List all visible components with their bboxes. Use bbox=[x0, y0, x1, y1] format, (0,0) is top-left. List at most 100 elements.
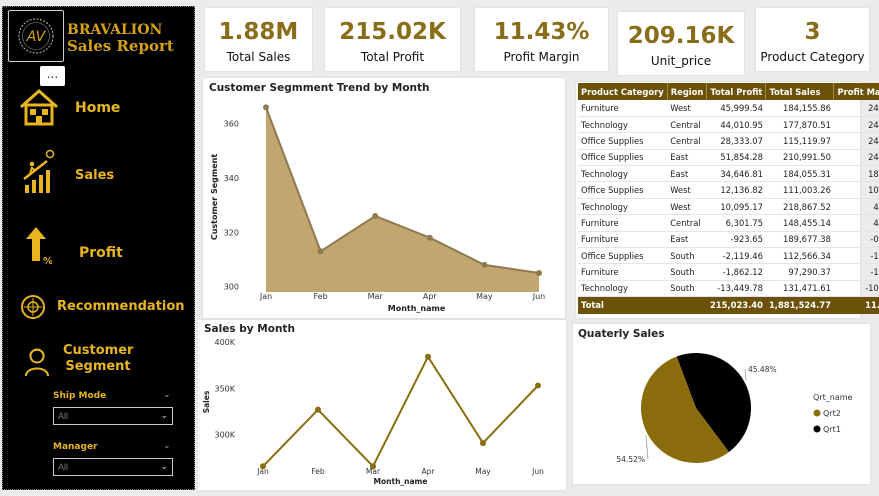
kpi-card-total-profit: 215.02K Total Profit bbox=[325, 8, 460, 71]
ship-mode-collapse-icon[interactable]: ⌄ bbox=[163, 389, 171, 400]
table-row[interactable]: FurnitureCentral6,301.75148,455.144.24% bbox=[578, 214, 879, 232]
total-cell: 215,023.40 bbox=[706, 296, 766, 314]
data-point bbox=[481, 261, 488, 268]
table-cell: Office Supplies bbox=[578, 132, 668, 150]
nav-sales[interactable]: Sales bbox=[75, 168, 114, 183]
manager-collapse-icon[interactable]: ⌄ bbox=[163, 440, 171, 451]
table-row[interactable]: TechnologyEast34,646.81184,055.3118.82% bbox=[578, 165, 879, 183]
table-cell: South bbox=[667, 247, 707, 265]
svg-text:AV: AV bbox=[26, 29, 47, 45]
table-cell: 18.82% bbox=[833, 165, 879, 183]
table-cell: West bbox=[667, 198, 707, 216]
x-tick-label: Jun bbox=[531, 467, 544, 476]
y-tick-label: 400K bbox=[214, 338, 235, 347]
table-cell: -1,862.12 bbox=[706, 263, 766, 281]
table-cell: 6,301.75 bbox=[706, 214, 766, 232]
brand-title: BRAVALION Sales Report bbox=[67, 22, 174, 54]
table-cell: 184,055.31 bbox=[765, 165, 834, 183]
y-tick-label: 320 bbox=[224, 228, 239, 237]
table-cell: West bbox=[667, 100, 707, 117]
data-point bbox=[426, 234, 433, 241]
brand-line-1: BRAVALION bbox=[67, 22, 163, 38]
x-tick-label: May bbox=[476, 292, 493, 301]
manager-label: Manager bbox=[53, 442, 98, 452]
customer-segment-chart-card: Customer Segmment Trend by Month 300 320 3… bbox=[203, 78, 565, 318]
nav-recommendation[interactable]: Recommendation bbox=[57, 299, 185, 314]
chevron-down-icon: ⌄ bbox=[160, 410, 168, 420]
table-cell: Furniture bbox=[578, 100, 668, 117]
quarterly-sales-chart-card: Quaterly Sales 45.48% 54.52% Qrt_name Qrt2 Q… bbox=[573, 324, 870, 484]
table-row[interactable]: Office Supplies East 51,854.28 210,991.50 24… bbox=[578, 149, 879, 167]
kpi-card-total-sales: 1.88M Total Sales bbox=[205, 8, 312, 71]
nav-profit[interactable]: Profit bbox=[79, 245, 123, 261]
table-cell: 115,119.97 bbox=[765, 132, 834, 150]
table-row[interactable]: TechnologyCentral44,010.95177,870.5124.7… bbox=[578, 116, 879, 134]
kpi-value: 209.16K bbox=[627, 23, 735, 49]
y-axis-label: Sales bbox=[202, 390, 211, 413]
ship-mode-select[interactable]: All ⌄ bbox=[53, 407, 173, 425]
table-cell: 189,677.38 bbox=[765, 231, 834, 249]
column-header[interactable]: Total Profit bbox=[706, 83, 767, 100]
column-header[interactable]: Region bbox=[667, 83, 708, 100]
sidebar: AV BRAVALION Sales Report ... Home Sales bbox=[2, 6, 195, 490]
table-row[interactable]: FurnitureWest45,999.54184,155.8624.98% bbox=[578, 100, 879, 117]
sales-by-month-line-chart: 300K 350K 400K Jan Feb Mar Apr May Jun Month_name… bbox=[202, 338, 544, 486]
table-row[interactable]: TechnologyWest10,095.17218,867.524.61% bbox=[578, 198, 879, 216]
table-row[interactable]: FurnitureEast-923.65189,677.38-0.49% bbox=[578, 231, 879, 249]
sales-growth-icon bbox=[21, 149, 59, 200]
column-header[interactable]: Profit Margin bbox=[833, 83, 879, 100]
table-row[interactable]: TechnologySouth-13,449.78131,471.61-10.2… bbox=[578, 280, 879, 298]
table-cell: Technology bbox=[578, 280, 668, 298]
table-cell: South bbox=[667, 263, 707, 281]
x-tick-label: May bbox=[475, 467, 491, 476]
data-point bbox=[535, 382, 541, 389]
table-row[interactable]: Office Supplies Central 28,333.07 115,119.9… bbox=[578, 132, 879, 150]
data-point bbox=[425, 353, 431, 360]
x-tick-label: Apr bbox=[423, 292, 438, 301]
table-cell: -923.65 bbox=[706, 231, 766, 249]
table-cell: Office Supplies bbox=[578, 181, 668, 199]
pie-leader-line bbox=[744, 368, 747, 381]
x-tick-label: Jun bbox=[532, 292, 546, 301]
x-tick-label: Jan bbox=[259, 292, 272, 301]
table-cell: 210,991.50 bbox=[765, 149, 834, 167]
table-cell: 24.98% bbox=[833, 100, 879, 117]
table-cell: 51,854.28 bbox=[706, 149, 766, 167]
table-cell: West bbox=[667, 181, 707, 199]
chevron-down-icon: ⌄ bbox=[160, 461, 168, 471]
total-cell: 1,881,524.77 bbox=[765, 296, 834, 314]
bravalion-logo-icon: AV bbox=[18, 18, 54, 54]
table-cell: 184,155.86 bbox=[765, 100, 834, 117]
table-cell: -2,119.46 bbox=[706, 247, 766, 265]
manager-value: All bbox=[58, 462, 69, 472]
pie-data-label: 45.48% bbox=[748, 365, 777, 374]
table-cell: 112,566.34 bbox=[765, 247, 834, 265]
data-point bbox=[536, 270, 542, 276]
nav-customer-segment[interactable]: Customer Segment bbox=[63, 343, 133, 375]
y-tick-label: 340 bbox=[224, 174, 239, 183]
y-axis-label: Customer Segment bbox=[210, 154, 219, 241]
table-row[interactable]: Office Supplies South -2,119.46 112,566.34-… bbox=[578, 247, 879, 265]
table-cell: 34,646.81 bbox=[706, 165, 766, 183]
table-cell: East bbox=[667, 149, 707, 167]
legend-marker bbox=[813, 425, 821, 433]
pie-data-label: 54.52% bbox=[616, 455, 645, 464]
quarterly-sales-pie-chart: 45.48% 54.52% Qrt_name Qrt2 Qrt1 bbox=[616, 353, 852, 464]
table-cell: South bbox=[667, 280, 707, 298]
more-options-button[interactable]: ... bbox=[40, 66, 65, 86]
profit-by-category-table: Product Category Region Total Profit Total … bbox=[578, 83, 879, 314]
column-header[interactable]: Product Category bbox=[578, 83, 668, 100]
table-row[interactable]: Office Supplies West 12,136.82 111,003.26 10… bbox=[578, 181, 879, 199]
table-cell: Furniture bbox=[578, 231, 668, 249]
table-cell: Central bbox=[667, 116, 707, 134]
table-cell: -1.91% bbox=[833, 263, 879, 281]
svg-text:%: % bbox=[43, 256, 52, 265]
table-cell: East bbox=[667, 231, 707, 249]
column-header[interactable]: Total Sales bbox=[765, 83, 835, 100]
legend-title: Qrt_name bbox=[813, 393, 852, 402]
nav-home[interactable]: Home bbox=[75, 100, 120, 116]
kpi-label: Unit_price bbox=[650, 54, 712, 68]
table-row[interactable]: FurnitureSouth-1,862.1297,290.37-1.91% bbox=[578, 263, 879, 281]
manager-select[interactable]: All ⌄ bbox=[53, 458, 173, 476]
table-cell: 24.61% bbox=[833, 132, 879, 150]
